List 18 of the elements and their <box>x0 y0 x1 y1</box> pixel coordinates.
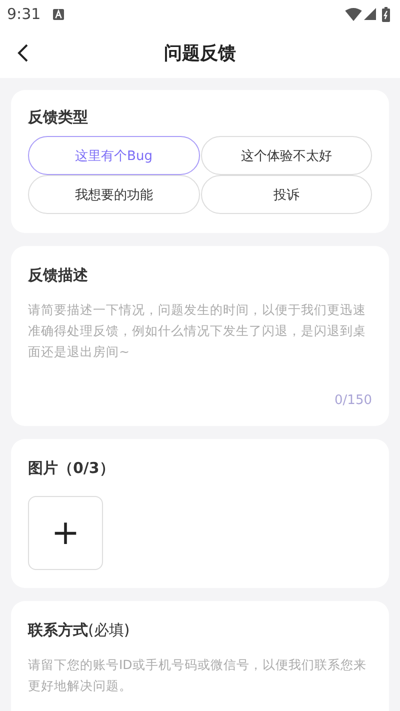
option-chip[interactable]: 这里有个Bug <box>28 136 200 175</box>
add-image-button[interactable]: + <box>28 496 103 570</box>
section-title: 反馈描述 <box>28 266 89 285</box>
option-chip[interactable]: 这个体验不太好 <box>200 136 372 175</box>
signal-icon <box>364 8 376 20</box>
battery-icon <box>382 6 390 22</box>
option-chip[interactable]: 投诉 <box>200 175 372 214</box>
back-icon[interactable] <box>17 43 29 63</box>
section-title: 联系方式(必填) <box>28 621 131 640</box>
page-title: 问题反馈 <box>164 42 236 65</box>
notification-icon <box>52 8 64 20</box>
character-counter: 0/150 <box>334 393 372 408</box>
status-time: 9:31 <box>7 5 41 23</box>
section-title: 反馈类型 <box>28 108 89 127</box>
option-chip[interactable]: 我想要的功能 <box>28 175 200 214</box>
section-title: 图片（0/3） <box>28 459 116 478</box>
description-field[interactable]: 反馈描述 请简要描述一下情况，问题发生的时间，以便于我们更迅速准确得处理反馈，例如什么情况下发生了闪退，是闪退到桌面还是退出房间~ 0/150 <box>11 246 389 426</box>
wifi-icon <box>345 8 362 20</box>
